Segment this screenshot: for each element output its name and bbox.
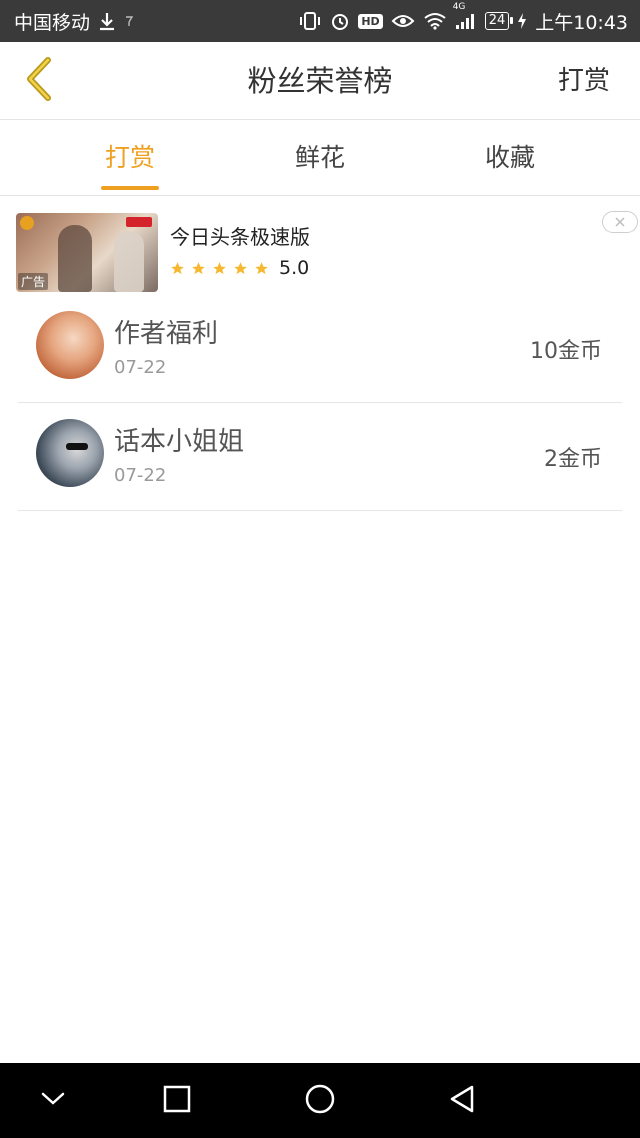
battery-indicator: 24: [484, 12, 513, 30]
alarm-icon: [330, 11, 350, 31]
status-left: 中国移动: [14, 0, 134, 42]
download-icon: [98, 11, 116, 31]
system-nav-bar: [0, 1063, 640, 1138]
hide-nav-button[interactable]: [18, 1063, 88, 1138]
chevron-down-icon: [40, 1091, 66, 1111]
triangle-back-icon: [448, 1084, 476, 1118]
ad-score: 5.0: [279, 257, 310, 279]
home-button[interactable]: [285, 1063, 355, 1138]
system-back-button[interactable]: [427, 1063, 497, 1138]
star-icon: [255, 261, 268, 274]
reward-date: 07-22: [114, 357, 167, 378]
tab-favorites[interactable]: 收藏: [440, 120, 580, 196]
tab-favorites-label: 收藏: [484, 143, 535, 172]
page-title: 粉丝荣誉榜: [247, 64, 393, 98]
star-icon: [192, 261, 205, 274]
reward-date: 07-22: [114, 465, 167, 486]
avatar-detail: [66, 443, 88, 450]
ad-logo-icon: [20, 216, 34, 230]
fan-name: 作者福利: [114, 319, 219, 349]
hd-badge: HD: [358, 13, 383, 29]
circle-icon: [304, 1083, 336, 1119]
star-icon: [171, 261, 184, 274]
tab-reward[interactable]: 打赏: [60, 120, 200, 196]
fan-name: 话本小姐姐: [114, 427, 245, 457]
clock: 上午10:43: [535, 11, 628, 34]
ad-thumbnail-figure: [58, 225, 92, 292]
notification-icon: [124, 14, 134, 28]
avatar[interactable]: [36, 311, 104, 379]
ad-close-button[interactable]: [602, 211, 638, 233]
ad-thumbnail[interactable]: 广告: [16, 213, 158, 292]
list-item[interactable]: 作者福利 07-22 10金币: [18, 295, 622, 403]
reward-amount: 10金币: [530, 339, 602, 364]
square-icon: [163, 1085, 191, 1117]
ad-tag: 广告: [18, 273, 49, 290]
avatar[interactable]: [36, 419, 104, 487]
eye-icon: [391, 13, 415, 29]
recent-apps-button[interactable]: [142, 1063, 212, 1138]
star-icon: [213, 261, 226, 274]
app-header: 粉丝荣誉榜 打赏: [0, 42, 640, 120]
reward-action-button[interactable]: 打赏: [558, 42, 610, 120]
ad-thumbnail-figure: [114, 231, 144, 292]
list-item[interactable]: 话本小姐姐 07-22 2金币: [18, 403, 622, 511]
carrier-label: 中国移动: [14, 11, 91, 34]
tab-bar: 打赏 鲜花 收藏: [0, 120, 640, 196]
tab-reward-label: 打赏: [104, 143, 155, 172]
ad-brand-badge: [126, 217, 152, 227]
tab-flowers-label: 鲜花: [294, 143, 345, 172]
active-tab-indicator: [101, 186, 159, 190]
signal-icon: 4G: [453, 2, 477, 30]
status-right: HD 4G 24 上午10:43: [298, 0, 628, 42]
network-type-label: 4G: [452, 2, 466, 12]
reward-amount: 2金币: [544, 447, 602, 472]
ad-banner[interactable]: 广告 今日头条极速版 5.0: [0, 197, 640, 297]
vibrate-icon: [298, 11, 322, 31]
close-icon: [614, 213, 626, 232]
status-bar: 中国移动 HD 4G 24 上午10:43: [0, 0, 640, 42]
reward-list: 作者福利 07-22 10金币 话本小姐姐 07-22 2金币: [18, 295, 622, 511]
ad-title: 今日头条极速版: [170, 225, 310, 249]
charging-icon: [517, 12, 527, 30]
ad-rating: 5.0: [170, 257, 309, 279]
wifi-icon: [423, 12, 447, 30]
star-icon: [234, 261, 247, 274]
tab-flowers[interactable]: 鲜花: [250, 120, 390, 196]
